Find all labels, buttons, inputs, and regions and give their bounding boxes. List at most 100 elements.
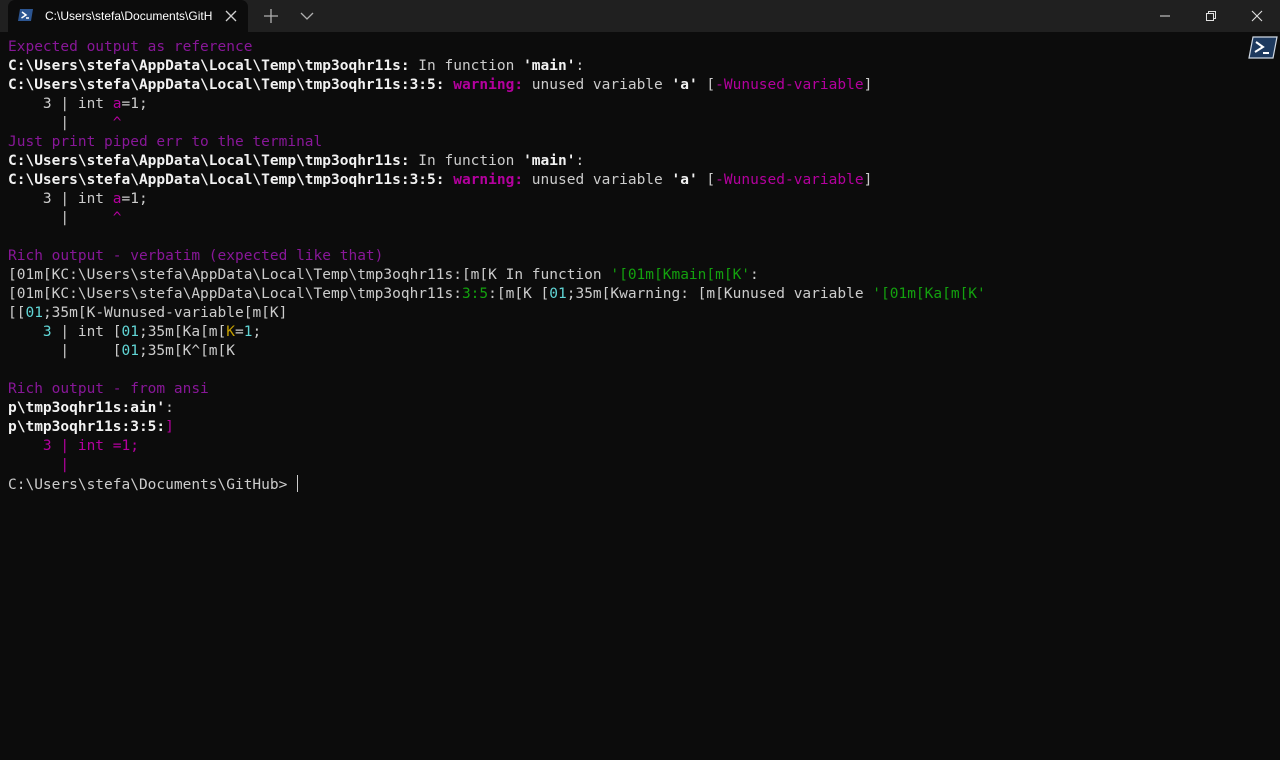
terminal-text: a [112, 96, 122, 112]
terminal-text: warning: [444, 172, 524, 188]
terminal-text: Rich output - verbatim (expected like th… [8, 248, 384, 264]
terminal-text: ] [165, 419, 174, 435]
terminal-text: : [750, 267, 759, 283]
chevron-down-icon[interactable] [296, 5, 318, 27]
powershell-icon [18, 9, 33, 21]
terminal-text: 3 [42, 324, 52, 340]
terminal-text: | [ [8, 343, 122, 359]
close-icon [1251, 10, 1263, 22]
terminal-line: 3 | int [01;35m[Ka[m[K=1; [8, 323, 1238, 342]
terminal-line: C:\Users\stefa\AppData\Local\Temp\tmp3oq… [8, 152, 1238, 171]
text-cursor [297, 475, 299, 492]
terminal-line: | [8, 456, 1238, 475]
terminal-text: C:\Users\stefa\AppData\Local\Temp\tmp3oq… [8, 153, 410, 169]
terminal-line: 3 | int a=1; [8, 95, 1238, 114]
terminal-text: ^ [112, 115, 122, 131]
terminal-text: =1; [121, 96, 148, 112]
powershell-badge-icon [1248, 36, 1278, 59]
terminal-line: | ^ [8, 114, 1238, 133]
terminal-text: 'a' [671, 172, 698, 188]
terminal-line: C:\Users\stefa\AppData\Local\Temp\tmp3oq… [8, 171, 1238, 190]
terminal-text: :[m[K [ [488, 286, 550, 302]
terminal-line: | ^ [8, 209, 1238, 228]
terminal-text: | int [ [51, 324, 122, 340]
terminal-text: 3:5 [461, 286, 489, 302]
plus-icon[interactable] [260, 5, 282, 27]
terminal-text: ; [252, 324, 262, 340]
terminal-text: 01 [25, 305, 43, 321]
terminal-line: [[01;35m[K-Wunused-variable[m[K] [8, 304, 1238, 323]
terminal-text: '[01m[Ka[m[K' [872, 286, 986, 302]
terminal-line: p\tmp3oqhr11s:3:5:] [8, 418, 1238, 437]
terminal-text: | [8, 210, 113, 226]
terminal-line: Rich output - from ansi [8, 380, 1238, 399]
terminal-text: a [112, 191, 122, 207]
terminal-text: '[01m[Kmain[m[K' [610, 267, 751, 283]
terminal-text: p\tmp3oqhr11s:3:5: [8, 419, 166, 435]
terminal-line: 3 | int a=1; [8, 190, 1238, 209]
terminal-text: -Wunused-variable [715, 172, 864, 188]
terminal-text: ;35m[Kwarning: [m[Kunused variable [566, 286, 873, 302]
terminal-text: Expected output as reference [8, 39, 253, 55]
terminal-text: p\tmp3oqhr11s:ain' [8, 400, 166, 416]
terminal-text: -Wunused-variable [715, 77, 864, 93]
terminal-line: C:\Users\stefa\Documents\GitHub> [8, 475, 1238, 494]
terminal-line: p\tmp3oqhr11s:ain': [8, 399, 1238, 418]
close-tab-icon[interactable] [222, 7, 240, 25]
terminal-text: [ [697, 172, 716, 188]
terminal-text: ;35m[Ka[m[ [138, 324, 227, 340]
terminal-text: In function [409, 153, 524, 169]
terminal-text: C:\Users\stefa\AppData\Local\Temp\tmp3oq… [8, 172, 445, 188]
terminal-line: C:\Users\stefa\AppData\Local\Temp\tmp3oq… [8, 57, 1238, 76]
terminal-text: 01 [549, 286, 567, 302]
terminal-text: [01m[KC:\Users\stefa\AppData\Local\Temp\… [8, 267, 611, 283]
terminal-text: unused variable [523, 172, 672, 188]
terminal-text: 01 [121, 324, 139, 340]
terminal-line: | [01;35m[K^[m[K [8, 342, 1238, 361]
terminal-line: 3 | int =1; [8, 437, 1238, 456]
terminal-text: K [226, 324, 236, 340]
terminal-text: | [8, 115, 113, 131]
terminal-text: Rich output - from ansi [8, 381, 209, 397]
terminal-text: : [575, 58, 585, 74]
terminal-text: 01 [121, 343, 139, 359]
terminal-line: Just print piped err to the terminal [8, 133, 1238, 152]
terminal-tab[interactable]: C:\Users\stefa\Documents\GitH [8, 0, 248, 32]
terminal-text: ;35m[K^[m[K [138, 343, 235, 359]
terminal-line: C:\Users\stefa\AppData\Local\Temp\tmp3oq… [8, 76, 1238, 95]
terminal-text: 3 | int [8, 191, 113, 207]
terminal-text: : [575, 153, 585, 169]
terminal-text: [ [697, 77, 716, 93]
terminal-output[interactable]: Expected output as reference C:\Users\ste… [8, 38, 1238, 748]
terminal-text: ] [863, 172, 873, 188]
terminal-text: ;35m[K-Wunused-variable[m[K] [42, 305, 288, 321]
minimize-button[interactable] [1142, 0, 1188, 32]
title-bar: C:\Users\stefa\Documents\GitH [0, 0, 1280, 32]
terminal-text: 3 | int [8, 96, 113, 112]
restore-button[interactable] [1188, 0, 1234, 32]
terminal-text: : [165, 400, 174, 416]
terminal-line: Expected output as reference [8, 38, 1238, 57]
terminal-text: ^ [112, 210, 122, 226]
terminal-text: Just print piped err to the terminal [8, 134, 323, 150]
terminal-line: [01m[KC:\Users\stefa\AppData\Local\Temp\… [8, 285, 1238, 304]
terminal-line: [01m[KC:\Users\stefa\AppData\Local\Temp\… [8, 266, 1238, 285]
restore-icon [1206, 11, 1216, 21]
terminal-text: 'main' [523, 58, 576, 74]
terminal-text: [[ [8, 305, 26, 321]
terminal-text: C:\Users\stefa\Documents\GitHub> [8, 477, 297, 493]
terminal-text: C:\Users\stefa\AppData\Local\Temp\tmp3oq… [8, 58, 410, 74]
terminal-text: ] [863, 77, 873, 93]
terminal-text: [01m[KC:\Users\stefa\AppData\Local\Temp\… [8, 286, 462, 302]
tab-title: C:\Users\stefa\Documents\GitH [45, 9, 213, 23]
terminal-text: 'a' [671, 77, 698, 93]
terminal-text: C:\Users\stefa\AppData\Local\Temp\tmp3oq… [8, 77, 445, 93]
terminal-text: | [8, 457, 70, 473]
terminal-text: unused variable [523, 77, 672, 93]
close-window-button[interactable] [1234, 0, 1280, 32]
terminal-line: Rich output - verbatim (expected like th… [8, 247, 1238, 266]
terminal-text: =1; [121, 191, 148, 207]
terminal-text: = [235, 324, 244, 340]
